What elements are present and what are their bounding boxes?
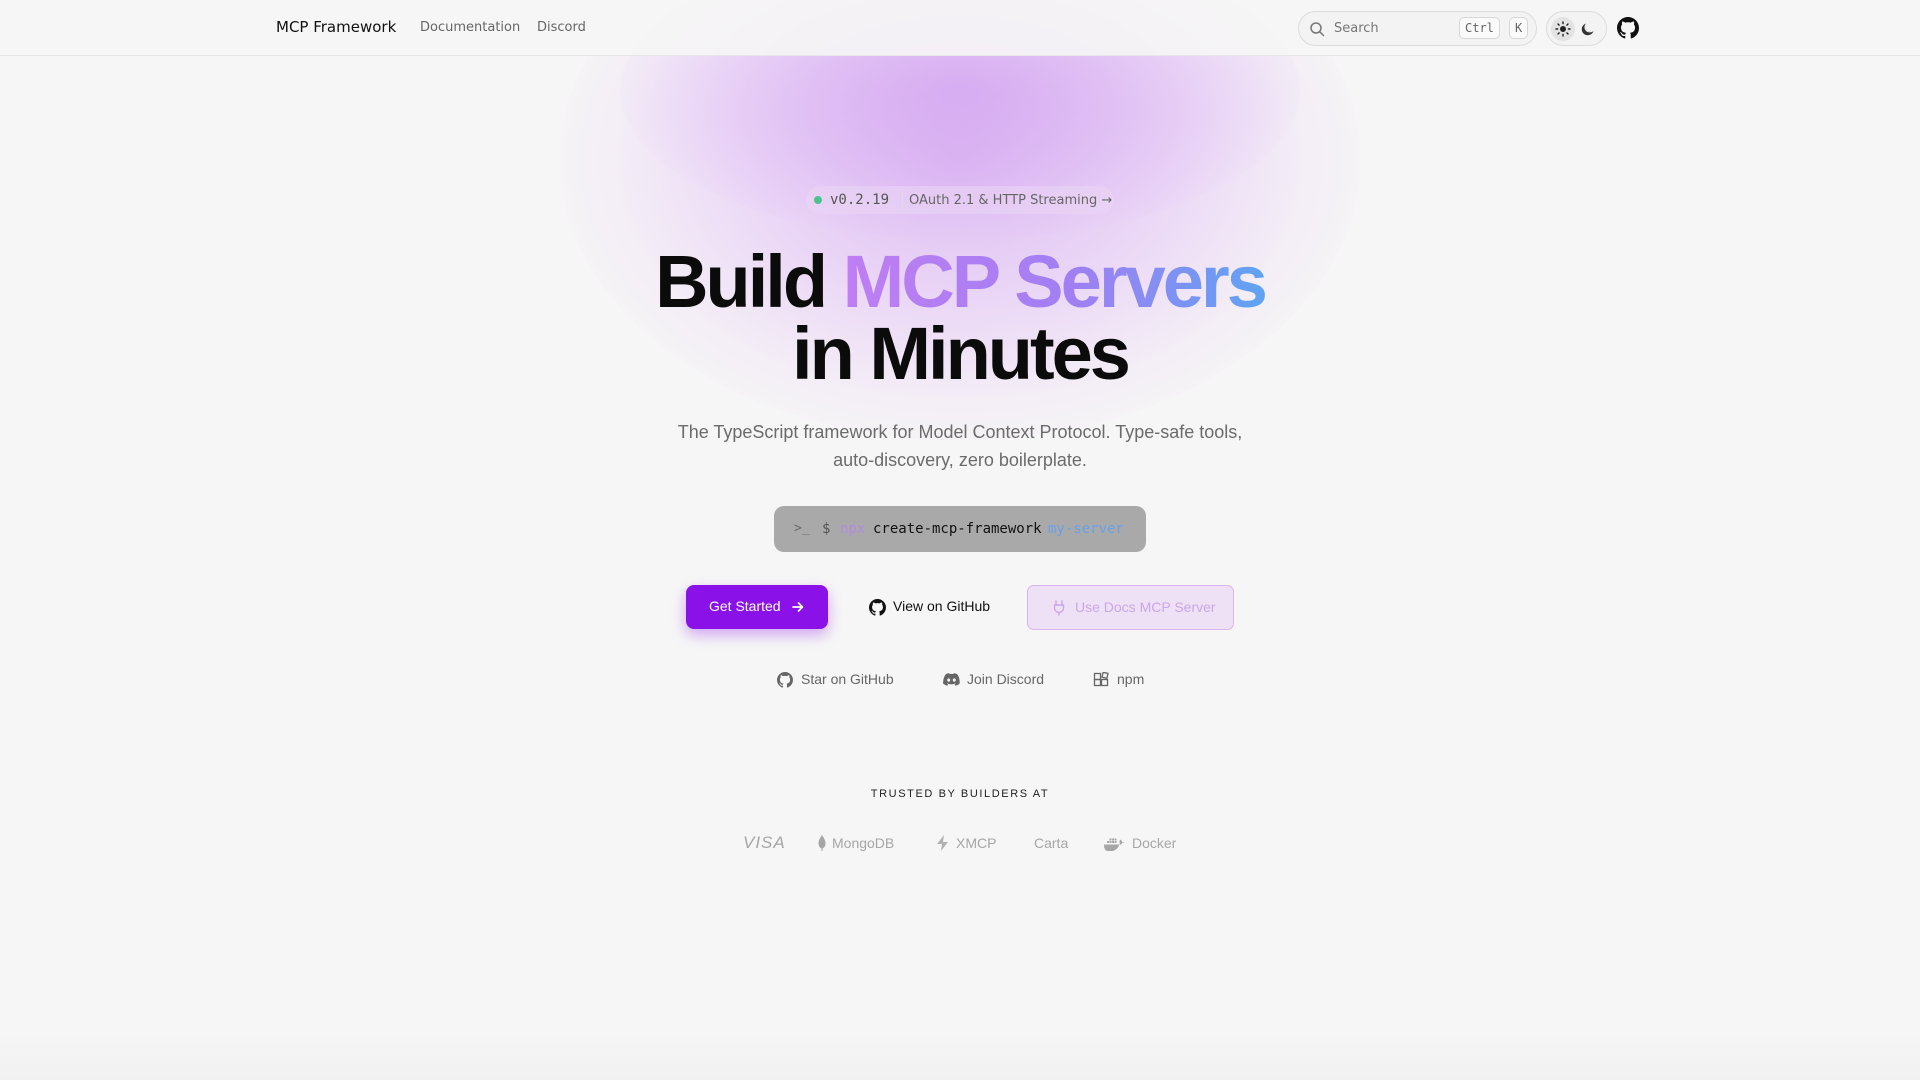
use-docs-mcp-server-button[interactable]: Use Docs MCP Server: [1027, 585, 1234, 630]
theme-toggle[interactable]: [1546, 11, 1607, 46]
shortcut-ctrl-key: Ctrl: [1459, 17, 1500, 39]
terminal-icon: >_: [794, 521, 810, 536]
shortcut-k-key: K: [1509, 17, 1529, 39]
nav-documentation-link[interactable]: Documentation: [420, 20, 520, 35]
sun-icon: [1555, 21, 1571, 37]
search-placeholder: Search: [1334, 21, 1379, 36]
status-dot: [814, 196, 822, 204]
view-on-github-button[interactable]: View on GitHub: [856, 585, 998, 629]
lightning-icon: [937, 835, 948, 851]
visa-logo: VISA: [743, 833, 786, 852]
trusted-heading: TRUSTED BY BUILDERS AT: [870, 788, 1050, 800]
version-badge[interactable]: v0.2.19 OAuth 2.1 & HTTP Streaming →: [806, 186, 1114, 214]
whale-icon: [1104, 838, 1125, 851]
join-discord-link[interactable]: Join Discord: [943, 670, 1053, 690]
top-navbar: MCP Framework Documentation Discord Sear…: [0, 0, 1920, 56]
package-icon: [1093, 672, 1109, 687]
moon-icon[interactable]: [1580, 21, 1596, 37]
feature-label: OAuth 2.1 & HTTP Streaming →: [909, 193, 1113, 208]
search-button[interactable]: Search Ctrl K: [1298, 11, 1537, 46]
xmcp-logo: XMCP: [936, 835, 996, 855]
arrow-right-icon: →: [1101, 193, 1113, 208]
brand-link[interactable]: MCP Framework: [276, 18, 396, 36]
shell-dollar: $: [822, 521, 831, 537]
github-icon: [869, 599, 886, 616]
bottom-fade: [0, 1030, 1920, 1080]
github-icon[interactable]: [1617, 17, 1639, 39]
plug-icon: [1053, 600, 1065, 616]
headline-highlight: MCP Servers: [842, 240, 1268, 323]
install-package: create-mcp-framework: [873, 521, 1042, 537]
search-icon: [1310, 22, 1325, 37]
version-label: v0.2.19: [830, 192, 890, 208]
badge-divider: [902, 192, 903, 208]
light-theme-button[interactable]: [1551, 17, 1575, 41]
arrow-right-icon: [792, 602, 804, 612]
github-icon: [777, 672, 793, 688]
carta-logo: Carta: [1034, 835, 1069, 851]
docker-logo: Docker: [1104, 835, 1176, 855]
install-npx: npx: [840, 521, 866, 537]
mongodb-logo: MongoDB: [818, 835, 894, 855]
star-on-github-link[interactable]: Star on GitHub: [777, 670, 897, 690]
npm-link[interactable]: npm: [1093, 670, 1153, 690]
install-arg: my-server: [1048, 521, 1124, 537]
hero-headline: Build MCP Servers in Minutes: [655, 240, 1268, 395]
get-started-button[interactable]: Get Started: [686, 585, 828, 629]
nav-discord-link[interactable]: Discord: [537, 20, 586, 35]
install-command[interactable]: >_ $ npx create-mcp-framework my-server: [774, 506, 1146, 552]
hero-subtitle: The TypeScript framework for Model Conte…: [677, 422, 1243, 470]
discord-icon: [943, 673, 960, 686]
leaf-icon: [818, 835, 826, 851]
